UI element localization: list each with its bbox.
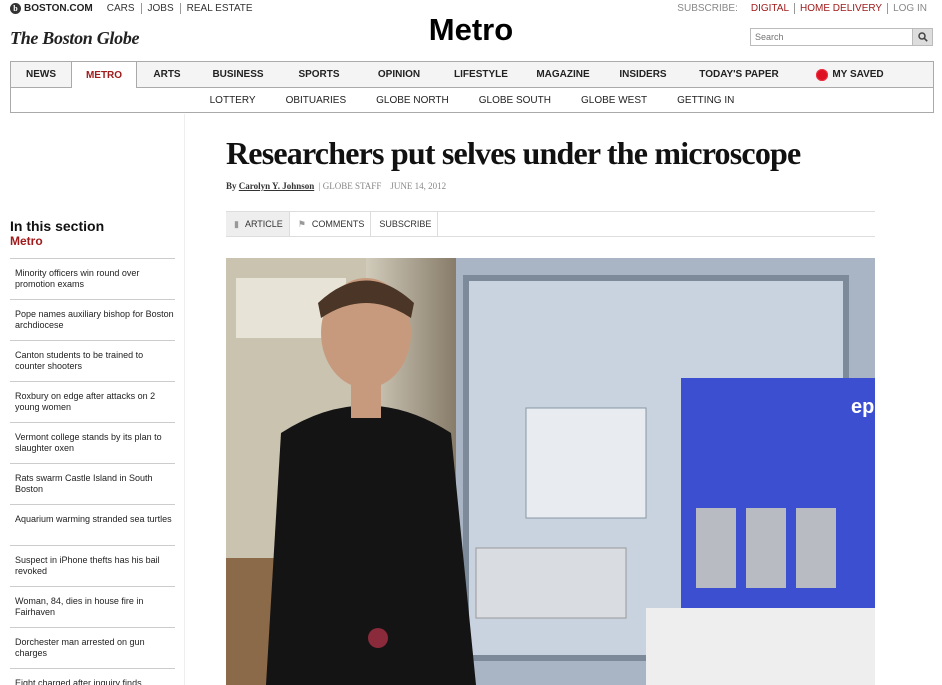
nav-sports[interactable]: SPORTS [279,62,359,87]
sidebar-story-link[interactable]: Rats swarm Castle Island in South Boston [10,464,175,505]
nav-my-saved[interactable]: MY SAVED [795,62,905,87]
nav-getting-in[interactable]: GETTING IN [662,95,749,106]
sidebar-story-link[interactable]: Suspect in iPhone thefts has his bail re… [10,546,175,587]
nav-insiders[interactable]: INSIDERS [603,62,683,87]
nav-obituaries[interactable]: OBITUARIES [271,95,362,106]
sidebar-story-link[interactable]: Vermont college stands by its plan to sl… [10,423,175,464]
tab-article[interactable]: ▮ ARTICLE [226,212,290,236]
nav-globe-south[interactable]: GLOBE SOUTH [464,95,566,106]
sidebar: In this section Metro Minority officers … [0,114,185,685]
article-headline: Researchers put selves under the microsc… [226,135,801,171]
nav-globe-west[interactable]: GLOBE WEST [566,95,662,106]
sidebar-list: Minority officers win round over promoti… [10,258,175,685]
boston-globe-logo[interactable]: The Boston Globe [10,28,140,49]
article-photo: ep [226,258,875,685]
lab-photo-illustration: ep [226,258,875,685]
sidebar-story-link[interactable]: Aquarium warming stranded sea turtles [10,505,175,546]
svg-text:ep: ep [851,396,874,418]
nav-lottery[interactable]: LOTTERY [195,95,271,106]
nav-todays-paper[interactable]: TODAY'S PAPER [683,62,795,87]
saved-star-icon [816,68,829,81]
comment-icon: ⚑ [297,218,306,229]
article-tabs: ▮ ARTICLE ⚑ COMMENTS SUBSCRIBE [226,211,875,237]
nav-globe-north[interactable]: GLOBE NORTH [361,95,464,106]
sidebar-story-link[interactable]: Pope names auxiliary bishop for Boston a… [10,300,175,341]
sidebar-story-link[interactable]: Eight charged after inquiry finds [10,669,175,685]
sidebar-story-link[interactable]: Minority officers win round over promoti… [10,259,175,300]
nav-lifestyle[interactable]: LIFESTYLE [439,62,523,87]
tab-subscribe[interactable]: SUBSCRIBE [371,212,439,236]
search-button[interactable] [912,29,932,45]
nav-arts[interactable]: ARTS [137,62,197,87]
sidebar-story-link[interactable]: Canton students to be trained to counter… [10,341,175,382]
byline: By Carolyn Y. Johnson | GLOBE STAFF JUNE… [226,181,447,191]
sidebar-story-link[interactable]: Woman, 84, dies in house fire in Fairhav… [10,587,175,628]
nav-opinion[interactable]: OPINION [359,62,439,87]
search-icon [917,32,928,42]
tab-comments[interactable]: ⚑ COMMENTS [290,212,372,236]
secondary-nav: LOTTERY OBITUARIES GLOBE NORTH GLOBE SOU… [10,88,934,113]
primary-nav: NEWS METRO ARTS BUSINESS SPORTS OPINION … [10,61,934,88]
author-link[interactable]: Carolyn Y. Johnson [239,181,314,191]
nav-magazine[interactable]: MAGAZINE [523,62,603,87]
sidebar-story-link[interactable]: Roxbury on edge after attacks on 2 young… [10,382,175,423]
staff-label: GLOBE STAFF [322,181,382,191]
nav-news[interactable]: NEWS [11,62,71,87]
nav-business[interactable]: BUSINESS [197,62,279,87]
search-box [750,28,933,46]
search-input[interactable] [751,29,912,45]
sidebar-story-link[interactable]: Dorchester man arrested on gun charges [10,628,175,669]
document-icon: ▮ [234,218,239,229]
sidebar-heading: In this section [10,218,105,234]
sidebar-section-link[interactable]: Metro [10,234,43,248]
nav-metro[interactable]: METRO [71,62,137,88]
article-date: JUNE 14, 2012 [390,181,447,191]
